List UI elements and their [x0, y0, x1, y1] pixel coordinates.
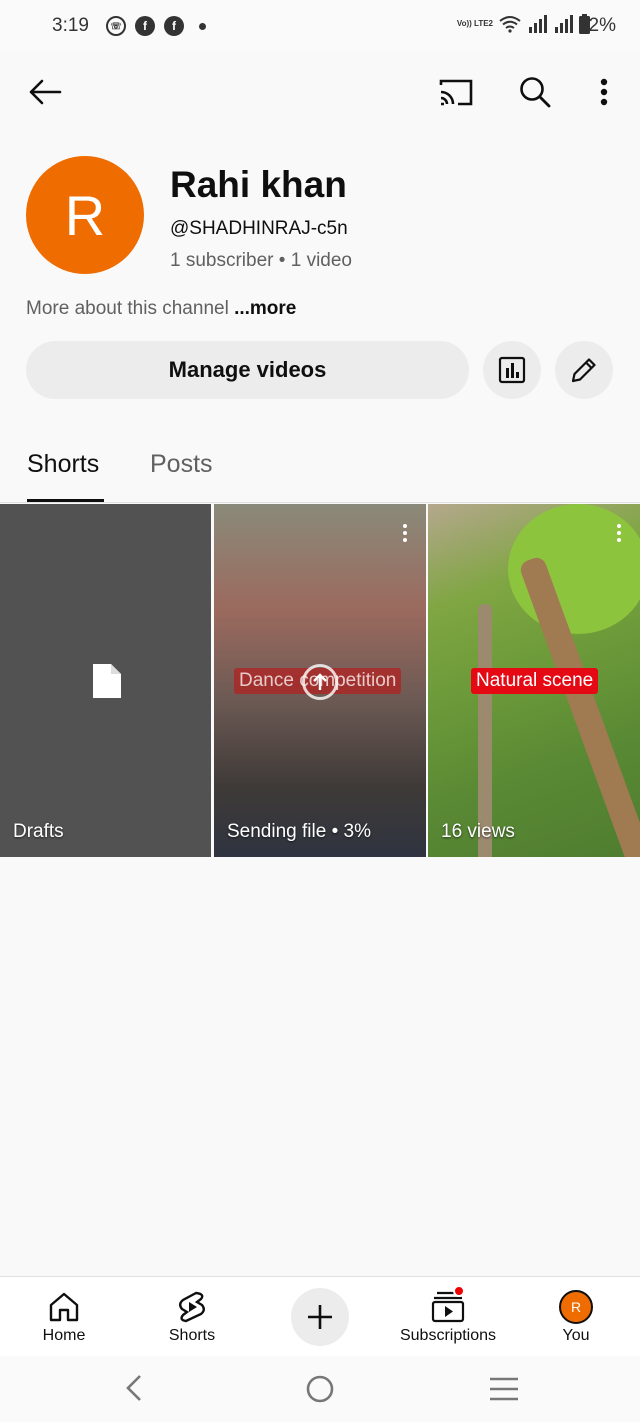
- short-title: Natural scene: [471, 668, 599, 694]
- status-bar: 3:19 ☏ f f Vo)) LTE2 92%: [0, 0, 640, 54]
- subscriber-count: 1 subscriber: [170, 250, 274, 271]
- upload-progress-icon: [302, 664, 338, 700]
- nav-home[interactable]: Home: [0, 1277, 128, 1357]
- nav-label: Shorts: [168, 1327, 216, 1344]
- more-vert-icon: [600, 78, 608, 106]
- tab-posts[interactable]: Posts: [150, 450, 213, 479]
- tabs-divider: [0, 502, 640, 503]
- whatsapp-icon: ☏: [106, 16, 126, 36]
- facebook-icon: f: [164, 16, 184, 36]
- more-options-button[interactable]: [580, 68, 628, 116]
- stats-separator: •: [278, 250, 286, 271]
- search-icon: [520, 77, 551, 108]
- short-tile-natural[interactable]: Natural scene 16 views: [428, 504, 640, 857]
- battery-percent: 92%: [577, 15, 616, 36]
- edit-channel-button[interactable]: [555, 341, 613, 399]
- short-more-button[interactable]: [617, 524, 622, 545]
- search-button[interactable]: [511, 68, 559, 116]
- nav-shorts[interactable]: Shorts: [128, 1277, 256, 1357]
- short-tile-uploading[interactable]: Dance competition Sending file • 3%: [214, 504, 426, 857]
- plus-icon: [308, 1305, 332, 1329]
- nav-you[interactable]: R You: [512, 1277, 640, 1357]
- channel-about[interactable]: More about this channel ...more: [26, 298, 296, 320]
- system-recents-icon[interactable]: [488, 1376, 520, 1402]
- wifi-icon: [499, 16, 521, 33]
- system-back-icon[interactable]: [122, 1374, 146, 1402]
- short-label: Drafts: [13, 821, 64, 842]
- nav-label: You: [562, 1327, 590, 1344]
- home-icon: [49, 1292, 79, 1322]
- nav-label: Subscriptions: [399, 1327, 497, 1344]
- notification-dot: [453, 1285, 465, 1297]
- nav-label: Home: [42, 1327, 86, 1344]
- pencil-icon: [571, 358, 596, 383]
- back-button[interactable]: [21, 68, 69, 116]
- short-label: Sending file • 3%: [227, 821, 371, 842]
- cast-icon: [439, 79, 473, 106]
- cast-button[interactable]: [432, 68, 480, 116]
- signal-icon: [555, 15, 573, 33]
- system-home-icon[interactable]: [305, 1374, 335, 1404]
- tab-shorts[interactable]: Shorts: [27, 450, 99, 479]
- status-time: 3:19: [52, 15, 89, 36]
- system-navigation-bar: [0, 1356, 640, 1422]
- back-arrow-icon: [29, 79, 62, 105]
- signal-icon: [529, 15, 547, 33]
- channel-stats: 1 subscriber • 1 video: [170, 250, 352, 272]
- channel-handle: @SHADHINRAJ-c5n: [170, 218, 348, 239]
- analytics-button[interactable]: [483, 341, 541, 399]
- volte-icon: Vo)) LTE2: [456, 19, 493, 28]
- thumbnail-pole: [478, 604, 492, 857]
- about-text: More about this channel: [26, 298, 229, 319]
- more-notifications-dot: [199, 22, 206, 30]
- manage-videos-button[interactable]: Manage videos: [26, 341, 469, 399]
- facebook-icon: f: [135, 16, 155, 36]
- status-indicators: Vo)) LTE2: [457, 14, 590, 34]
- avatar: R: [559, 1290, 593, 1324]
- notification-icons: ☏ f f: [106, 16, 206, 36]
- channel-name: Rahi khan: [170, 164, 347, 205]
- top-app-bar: [0, 60, 640, 124]
- create-button[interactable]: [291, 1288, 349, 1346]
- document-icon: [93, 664, 121, 698]
- short-more-button[interactable]: [403, 524, 408, 545]
- short-label: 16 views: [441, 821, 515, 842]
- video-count: 1 video: [290, 250, 352, 271]
- nav-subscriptions[interactable]: Subscriptions: [384, 1277, 512, 1357]
- channel-avatar[interactable]: R: [26, 156, 144, 274]
- drafts-tile[interactable]: Drafts: [0, 504, 211, 857]
- shorts-icon: [179, 1291, 205, 1323]
- analytics-icon: [498, 356, 526, 384]
- about-more-link[interactable]: ...more: [234, 298, 296, 319]
